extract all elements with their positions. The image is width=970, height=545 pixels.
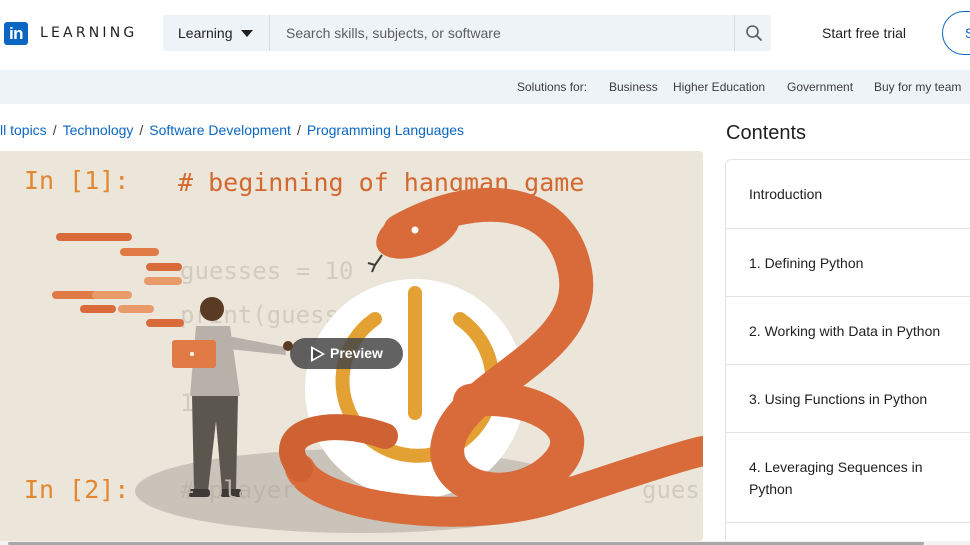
sign-in-button[interactable]: S: [942, 11, 970, 55]
contents-item-label: 3. Using Functions in Python: [749, 390, 928, 407]
search-button[interactable]: [734, 15, 771, 51]
breadcrumb: ll topics / Technology / Software Developmen…: [0, 122, 464, 138]
contents-item-working-with-data[interactable]: 2. Working with Data in Python: [726, 297, 970, 365]
contents-item-label: 2. Working with Data in Python: [749, 322, 941, 339]
search-scope-label: Learning: [178, 25, 233, 41]
breadcrumb-separator: /: [139, 122, 144, 138]
caret-down-icon: [241, 30, 253, 37]
solutions-bar: Solutions for: Business Higher Education…: [0, 70, 970, 104]
top-header: in LEARNING Learning Start free trial S: [0, 0, 970, 68]
contents-item-label: 4. Leveraging Sequences in Python: [749, 458, 923, 497]
contents-item-defining-python[interactable]: 1. Defining Python: [726, 229, 970, 297]
snake-tongue: [367, 254, 383, 273]
search-input[interactable]: [271, 15, 734, 51]
contents-item-label: 1. Defining Python: [749, 254, 864, 271]
solutions-higher-education-link[interactable]: Higher Education: [673, 80, 765, 94]
solutions-buy-for-team-link[interactable]: Buy for my team: [874, 80, 961, 94]
breadcrumb-technology[interactable]: Technology: [63, 122, 134, 138]
logo-wordmark[interactable]: LEARNING: [40, 25, 137, 41]
contents-list: Introduction 1. Defining Python 2. Worki…: [725, 159, 970, 545]
code-line-guesses: guesses = 10: [180, 257, 353, 285]
search-icon: [746, 25, 762, 41]
code-comment-2: # player: [180, 476, 296, 504]
contents-item-introduction[interactable]: Introduction: [726, 160, 970, 229]
breadcrumb-all-topics[interactable]: ll topics: [0, 122, 47, 138]
solutions-government-link[interactable]: Government: [787, 80, 853, 94]
motion-lines: [52, 233, 184, 327]
breadcrumb-software-development[interactable]: Software Development: [149, 122, 291, 138]
contents-heading: Contents: [726, 122, 807, 144]
code-line-tail: gues: [642, 476, 700, 504]
linkedin-logo-icon[interactable]: in: [4, 22, 28, 45]
play-icon: [311, 346, 325, 362]
preview-label: Preview: [330, 345, 383, 361]
contents-item-label: Introduction: [749, 186, 823, 202]
code-prompt-2: In [2]:: [24, 475, 129, 504]
search-scope-dropdown[interactable]: Learning: [163, 15, 270, 51]
code-prompt-1: In [1]:: [24, 166, 129, 195]
snake-eye: [411, 226, 419, 234]
contents-item-using-functions[interactable]: 3. Using Functions in Python: [726, 365, 970, 433]
contents-item-leveraging-sequences[interactable]: 4. Leveraging Sequences in Python: [726, 433, 970, 523]
search-bar: Learning: [163, 15, 771, 51]
start-free-trial-link[interactable]: Start free trial: [822, 25, 906, 41]
preview-button[interactable]: Preview: [290, 338, 403, 369]
solutions-business-link[interactable]: Business: [609, 80, 658, 94]
course-hero-image[interactable]: In [1]: # beginning of hangman game gues…: [0, 151, 703, 541]
breadcrumb-separator: /: [296, 122, 301, 138]
breadcrumb-separator: /: [52, 122, 57, 138]
breadcrumb-programming-languages[interactable]: Programming Languages: [307, 122, 464, 138]
solutions-label: Solutions for:: [517, 80, 588, 94]
